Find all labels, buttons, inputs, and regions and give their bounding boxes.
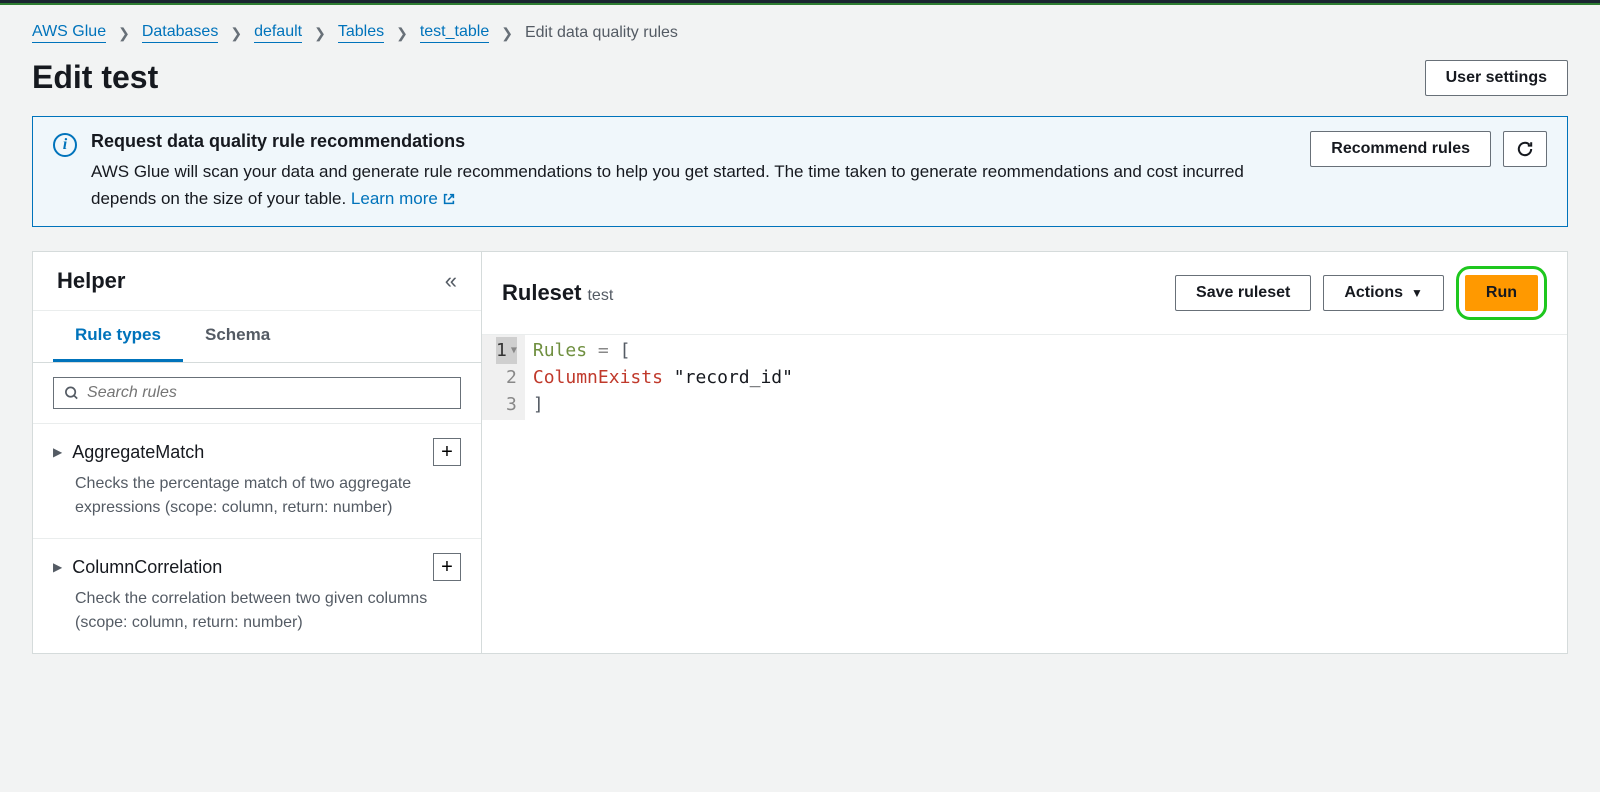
breadcrumb-aws-glue[interactable]: AWS Glue [32, 23, 106, 43]
info-alert: i Request data quality rule recommendati… [32, 116, 1568, 227]
chevron-right-icon: ❯ [501, 25, 513, 42]
actions-dropdown[interactable]: Actions ▼ [1323, 275, 1444, 311]
learn-more-link[interactable]: Learn more [351, 185, 456, 212]
user-settings-button[interactable]: User settings [1425, 60, 1568, 96]
chevron-down-icon: ▼ [1411, 286, 1423, 300]
run-button[interactable]: Run [1465, 275, 1538, 311]
caret-right-icon: ▶ [53, 445, 62, 459]
info-icon: i [53, 133, 77, 157]
rule-expand-toggle[interactable]: ▶ AggregateMatch [53, 442, 204, 463]
page-title: Edit test [32, 59, 158, 96]
chevron-right-icon: ❯ [230, 25, 242, 42]
search-icon [64, 385, 79, 401]
breadcrumb-databases[interactable]: Databases [142, 23, 219, 43]
chevron-right-icon: ❯ [118, 25, 130, 42]
chevron-right-icon: ❯ [314, 25, 326, 42]
code-content[interactable]: Rules = [ ColumnExists "record_id" ] [525, 335, 801, 420]
helper-title: Helper [57, 268, 125, 294]
fold-caret-icon[interactable]: ▼ [511, 343, 517, 358]
helper-tabs: Rule types Schema [33, 311, 481, 363]
search-input-wrap[interactable] [53, 377, 461, 409]
ruleset-panel: Rulesettest Save ruleset Actions ▼ Run 1… [482, 251, 1568, 654]
helper-panel: Helper « Rule types Schema [32, 251, 482, 654]
caret-right-icon: ▶ [53, 560, 62, 574]
breadcrumb-test-table[interactable]: test_table [420, 23, 489, 43]
tab-schema[interactable]: Schema [183, 311, 292, 362]
recommend-rules-button[interactable]: Recommend rules [1310, 131, 1491, 167]
code-editor[interactable]: 1▼ 2 3 Rules = [ ColumnExists "record_id… [482, 335, 1567, 420]
tab-rule-types[interactable]: Rule types [53, 311, 183, 362]
save-ruleset-button[interactable]: Save ruleset [1175, 275, 1311, 311]
run-highlight-annotation: Run [1456, 266, 1547, 320]
refresh-icon [1516, 140, 1534, 158]
ruleset-title: Rulesettest [502, 280, 613, 306]
breadcrumb: AWS Glue ❯ Databases ❯ default ❯ Tables … [32, 13, 1568, 59]
breadcrumb-default[interactable]: default [254, 23, 302, 43]
breadcrumb-current: Edit data quality rules [525, 24, 678, 42]
add-rule-button[interactable]: + [433, 553, 461, 581]
rule-expand-toggle[interactable]: ▶ ColumnCorrelation [53, 557, 222, 578]
info-title: Request data quality rule recommendation… [91, 131, 1296, 152]
ruleset-name: test [587, 287, 613, 304]
info-text: AWS Glue will scan your data and generat… [91, 158, 1296, 212]
collapse-left-icon[interactable]: « [445, 268, 457, 294]
rule-name: AggregateMatch [72, 442, 204, 463]
chevron-right-icon: ❯ [396, 25, 408, 42]
search-input[interactable] [87, 384, 450, 402]
rule-item: ▶ ColumnCorrelation + Check the correlat… [33, 538, 481, 653]
breadcrumb-tables[interactable]: Tables [338, 23, 384, 43]
external-link-icon [442, 192, 456, 206]
rule-item: ▶ AggregateMatch + Checks the percentage… [33, 423, 481, 538]
refresh-button[interactable] [1503, 131, 1547, 167]
rule-description: Checks the percentage match of two aggre… [53, 472, 461, 520]
add-rule-button[interactable]: + [433, 438, 461, 466]
rule-name: ColumnCorrelation [72, 557, 222, 578]
code-gutter: 1▼ 2 3 [482, 335, 525, 420]
rule-description: Check the correlation between two given … [53, 587, 461, 635]
